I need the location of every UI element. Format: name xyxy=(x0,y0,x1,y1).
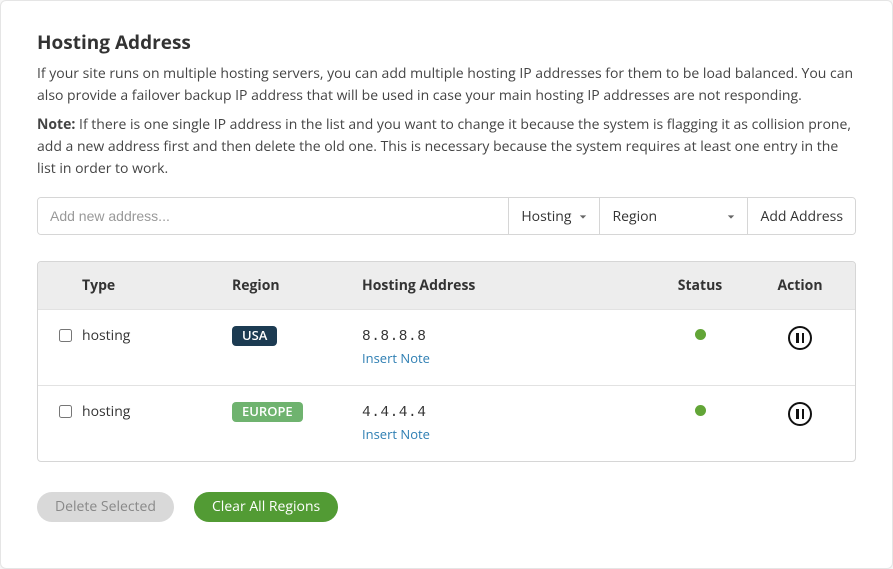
region-dropdown[interactable]: Region xyxy=(599,198,747,234)
caret-down-icon xyxy=(579,207,587,226)
pause-icon xyxy=(796,333,804,343)
row-select-checkbox[interactable] xyxy=(59,405,72,418)
add-address-label: Add Address xyxy=(760,207,843,226)
region-badge: EUROPE xyxy=(232,402,303,422)
add-address-button[interactable]: Add Address xyxy=(747,198,855,234)
type-dropdown[interactable]: Hosting xyxy=(508,198,599,234)
lead-text: If your site runs on multiple hosting se… xyxy=(37,63,856,106)
footer-buttons: Delete Selected Clear All Regions xyxy=(37,492,856,522)
page-title: Hosting Address xyxy=(37,29,856,55)
region-badge: USA xyxy=(232,326,277,346)
col-region: Region xyxy=(232,276,362,295)
region-dropdown-label: Region xyxy=(612,207,657,226)
insert-note-link[interactable]: Insert Note xyxy=(362,349,645,367)
new-address-input[interactable] xyxy=(38,198,508,234)
type-dropdown-label: Hosting xyxy=(521,207,571,226)
col-status: Status xyxy=(645,276,755,295)
table-row: hosting USA 8.8.8.8 Insert Note xyxy=(38,309,855,385)
col-address: Hosting Address xyxy=(362,276,645,295)
note-label: Note: xyxy=(37,115,75,134)
clear-all-regions-button[interactable]: Clear All Regions xyxy=(194,492,338,522)
add-address-bar: Hosting Region Add Address xyxy=(37,197,856,235)
col-action: Action xyxy=(755,276,845,295)
status-up-icon xyxy=(695,405,706,416)
status-up-icon xyxy=(695,329,706,340)
row-address: 4.4.4.4 xyxy=(362,405,426,421)
row-select-checkbox[interactable] xyxy=(59,329,72,342)
row-address: 8.8.8.8 xyxy=(362,329,426,345)
table-header-row: Type Region Hosting Address Status Actio… xyxy=(38,262,855,309)
address-table: Type Region Hosting Address Status Actio… xyxy=(37,261,856,462)
insert-note-link[interactable]: Insert Note xyxy=(362,425,645,443)
caret-down-icon xyxy=(727,207,735,226)
row-type: hosting xyxy=(82,326,232,345)
pause-button[interactable] xyxy=(788,326,812,350)
hosting-address-panel: Hosting Address If your site runs on mul… xyxy=(0,0,893,569)
col-type: Type xyxy=(82,276,232,295)
pause-button[interactable] xyxy=(788,402,812,426)
note-text: Note: If there is one single IP address … xyxy=(37,114,856,179)
note-body: If there is one single IP address in the… xyxy=(37,115,851,177)
delete-selected-button[interactable]: Delete Selected xyxy=(37,492,174,522)
pause-icon xyxy=(796,409,804,419)
row-type: hosting xyxy=(82,402,232,421)
table-row: hosting EUROPE 4.4.4.4 Insert Note xyxy=(38,385,855,461)
